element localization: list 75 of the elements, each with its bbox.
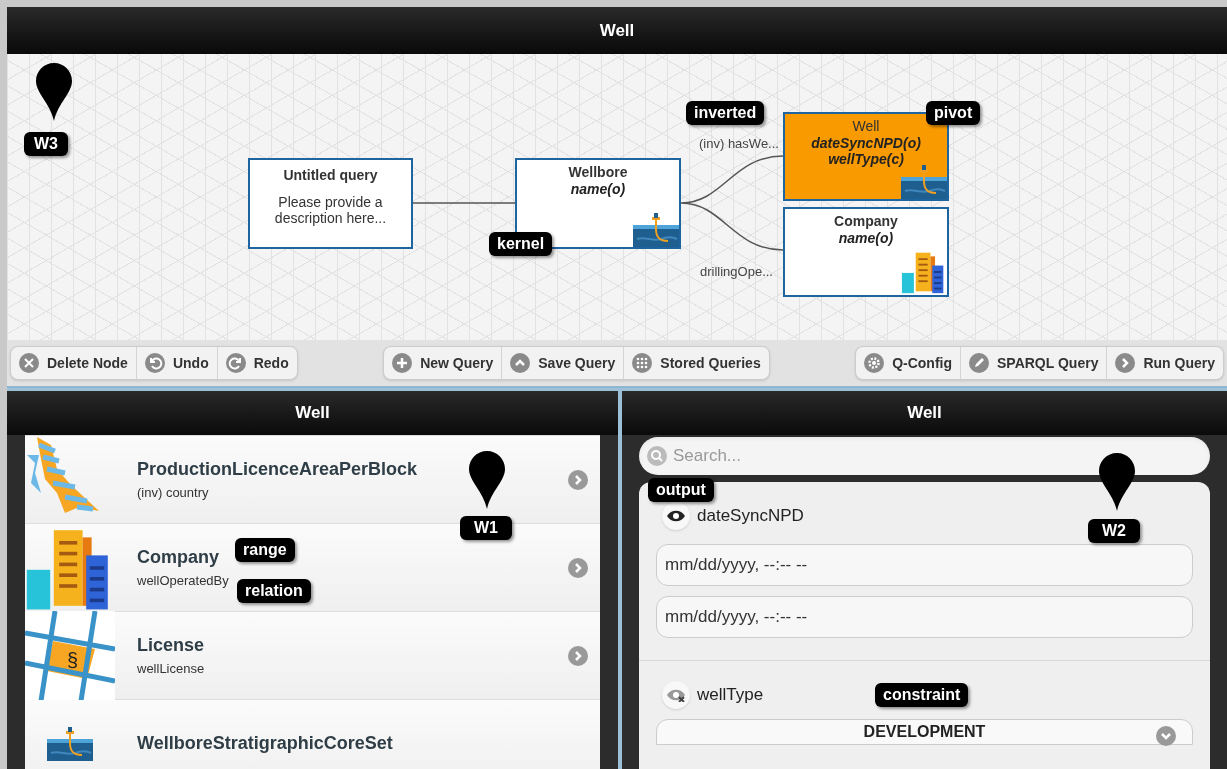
grid-icon [632,353,653,373]
dropdown[interactable]: DEVELOPMENT [656,719,1193,745]
node-title: Wellbore [568,164,628,181]
node-attribute: dateSyncNPD(o) [811,135,921,151]
node-title: Untitled query [283,167,378,184]
toolbar-button[interactable]: SPARQL Query [960,347,1107,379]
query-node[interactable]: Untitled query Please provide a description here... [248,158,413,249]
chevron-down-icon [1156,726,1176,746]
toolbar-button[interactable]: Stored Queries [623,347,769,379]
annotation-label: range [235,538,295,562]
annotation-label: output [648,478,714,502]
window-title: Well [599,19,635,42]
toolbar-button[interactable]: Save Query [501,347,624,379]
chevron-right-icon [1115,353,1136,373]
node-description: Please provide a description here... [273,194,388,226]
edge-label: (inv) hasWe... [699,135,779,153]
property-name: wellType [697,684,764,707]
redo-icon [225,353,246,373]
datetime-field[interactable]: mm/dd/yyyy, --:-- -- [656,544,1193,586]
annotation-label: constraint [875,683,969,707]
eye-off-icon [666,688,686,702]
annotation-label: kernel [489,232,553,256]
toolbar-button[interactable]: Run Query [1106,347,1223,379]
search-field[interactable]: Search... [639,437,1210,475]
toolbar-button[interactable]: Q-Config [856,347,960,379]
node-title: Well [852,118,880,135]
node-attribute: wellType(c) [828,151,904,167]
annotation-label: inverted [686,101,765,125]
map-pin-icon [468,451,506,509]
list-item[interactable]: WellboreStratigraphicCoreSet [25,700,600,769]
toolbar-button[interactable]: Delete Node [11,347,136,379]
item-subtitle: wellLicense [137,660,205,679]
panel-title: Well [295,402,330,425]
annotation-label: pivot [926,101,981,125]
toolbar-button[interactable]: Undo [135,347,217,379]
settings-icon [864,353,885,373]
item-subtitle: wellOperatedBy [137,572,229,591]
pencil-icon [969,353,989,373]
panel-title: Well [907,402,942,425]
annotation-label: W1 [460,516,512,540]
oil-rig-icon [901,165,947,199]
chevron-right-icon [568,645,588,666]
node-attribute: name(o) [838,230,894,246]
datetime-field[interactable]: mm/dd/yyyy, --:-- -- [656,596,1193,638]
caret-up-icon [510,353,531,373]
plus-icon [392,353,413,373]
close-icon [19,353,39,373]
annotation-label: W2 [1088,519,1140,543]
chevron-right-icon [568,469,588,490]
search-icon [647,446,667,466]
undo-icon [144,353,165,373]
eye-off-toggle[interactable] [662,681,690,709]
map-pin-icon [35,63,73,121]
item-title: Company [137,546,219,570]
item-title: License [137,634,205,658]
item-subtitle: (inv) country [137,484,209,503]
annotation-label: W3 [24,132,68,156]
toolbar-button[interactable]: New Query [384,347,502,379]
oil-rig-icon [633,213,679,247]
eye-icon [666,509,686,523]
node-title: Company [834,213,898,230]
oil-rig-icon [47,726,93,761]
toolbar-button[interactable]: Redo [216,347,297,379]
item-title: WellboreStratigraphicCoreSet [137,732,393,755]
annotation-label: relation [237,579,311,603]
eye-toggle[interactable] [662,502,690,530]
list-item[interactable]: § License wellLicense [25,612,600,700]
paragraph-grid-icon: § [25,610,115,701]
node-attribute: name(o) [570,181,626,197]
map-pin-icon [1098,453,1136,511]
edge-label: drillingOpe... [700,263,773,281]
query-node[interactable]: Company name(o) [783,207,949,297]
chevron-right-icon [568,557,588,578]
item-title: ProductionLicenceAreaPerBlock [137,458,418,482]
property-name: dateSyncNPD [697,505,804,528]
